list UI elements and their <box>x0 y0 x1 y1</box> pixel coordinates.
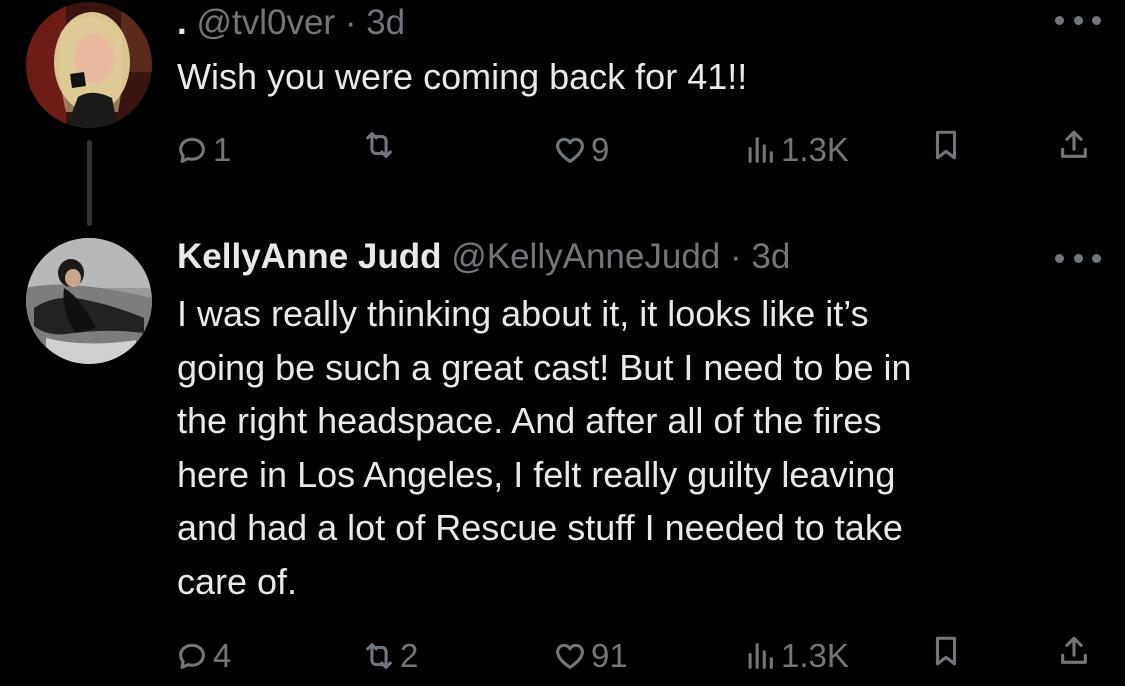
display-name[interactable]: . <box>177 3 187 42</box>
share-button[interactable] <box>1057 634 1091 668</box>
reply-button[interactable]: 1 <box>175 128 231 172</box>
tweet-text-line: going be such a great cast! But I need t… <box>177 346 912 388</box>
views-button[interactable]: 1.3K <box>743 128 849 172</box>
separator: · <box>729 237 742 276</box>
reply-icon <box>179 137 205 163</box>
avatar[interactable] <box>26 238 152 364</box>
tweet-parent[interactable]: . @tvl0ver · 3d Wish you were coming bac… <box>0 0 1125 230</box>
bar-chart-icon <box>748 643 773 669</box>
bookmark-button[interactable] <box>929 128 963 162</box>
bookmark-icon <box>935 130 957 160</box>
tweet-text: I was really thinking about it, it looks… <box>177 287 912 608</box>
retweet-count: 2 <box>400 637 419 674</box>
share-icon <box>1061 636 1087 664</box>
user-avatar-icon <box>26 238 152 364</box>
tweet-reply[interactable]: KellyAnne Judd @KellyAnneJudd · 3d I was… <box>0 230 1125 686</box>
view-count: 1.3K <box>781 637 849 674</box>
reply-button[interactable]: 4 <box>175 634 231 678</box>
bar-chart-icon <box>748 137 773 163</box>
user-avatar-icon <box>26 2 152 128</box>
heart-icon <box>556 137 584 163</box>
tweet-text-line: I was really thinking about it, it looks… <box>177 293 869 334</box>
like-button[interactable]: 9 <box>553 128 609 172</box>
tweet-header: . @tvl0ver · 3d <box>177 3 405 43</box>
bookmark-icon <box>935 636 957 666</box>
like-count: 91 <box>591 637 628 674</box>
retweet-button[interactable] <box>362 128 400 162</box>
action-bar: 1 9 1.3K <box>0 128 1125 172</box>
reply-count: 4 <box>213 637 232 674</box>
retweet-button[interactable]: 2 <box>362 634 418 678</box>
views-button[interactable]: 1.3K <box>743 634 849 678</box>
like-count: 9 <box>591 131 610 168</box>
avatar[interactable] <box>26 2 152 128</box>
tweet-header: KellyAnne Judd @KellyAnneJudd · 3d <box>177 237 790 277</box>
handle[interactable]: @tvl0ver <box>196 3 335 42</box>
tweet-text-line: care of. <box>177 560 298 602</box>
retweet-icon <box>366 643 392 669</box>
separator: · <box>344 3 357 42</box>
bookmark-button[interactable] <box>929 634 963 668</box>
reply-icon <box>179 643 205 669</box>
view-count: 1.3K <box>781 131 849 168</box>
timestamp[interactable]: 3d <box>751 237 790 276</box>
more-options-icon[interactable] <box>1055 10 1101 30</box>
tweet-text-line: the right headspace. And after all of th… <box>177 400 882 441</box>
heart-icon <box>556 643 584 669</box>
tweet-text: Wish you were coming back for 41!! <box>177 56 748 97</box>
timestamp[interactable]: 3d <box>366 3 405 42</box>
tweet-text-line: and had a lot of Rescue stuff I needed t… <box>177 507 903 548</box>
reply-count: 1 <box>213 131 232 168</box>
action-bar: 4 2 91 1.3K <box>0 634 1125 678</box>
tweet-text-line: here in Los Angeles, I felt really guilt… <box>177 453 896 495</box>
display-name[interactable]: KellyAnne Judd <box>177 237 441 276</box>
share-button[interactable] <box>1057 128 1091 162</box>
share-icon <box>1061 130 1087 158</box>
retweet-icon <box>366 132 392 158</box>
more-options-icon[interactable] <box>1055 248 1101 268</box>
like-button[interactable]: 91 <box>553 634 628 678</box>
handle[interactable]: @KellyAnneJudd <box>451 237 720 276</box>
